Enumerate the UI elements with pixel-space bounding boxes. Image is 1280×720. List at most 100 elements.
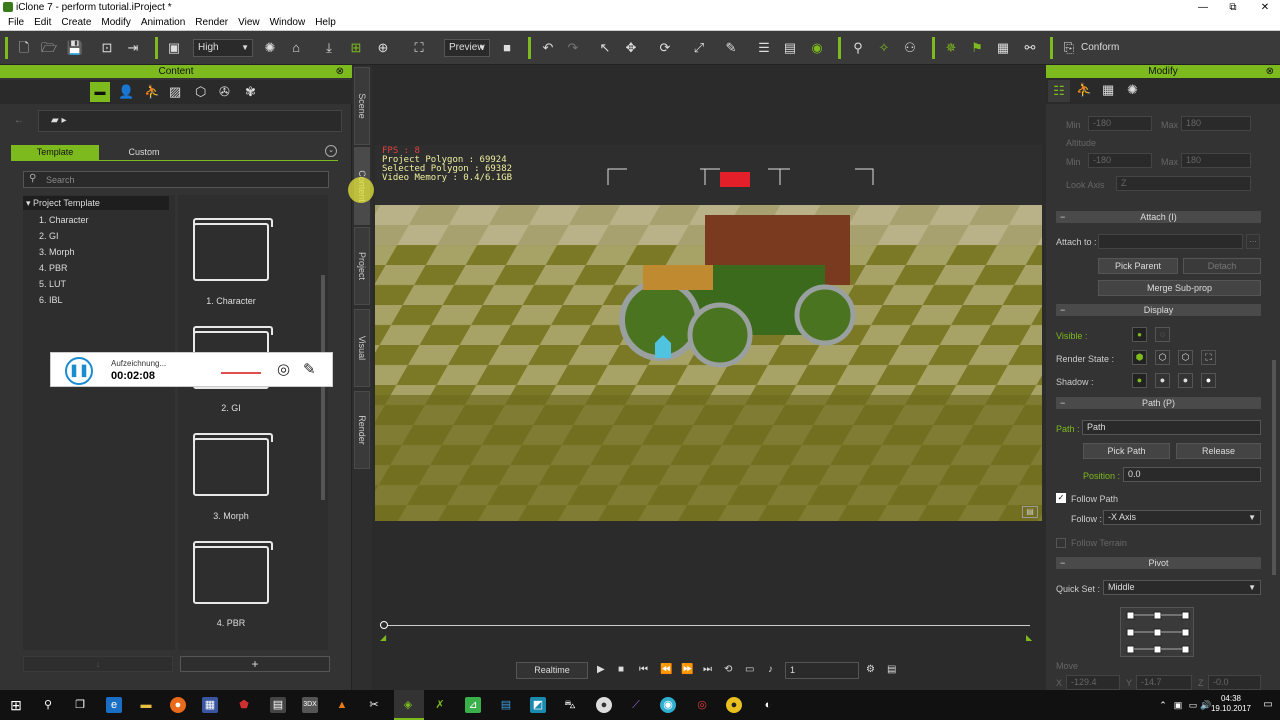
menu-modify[interactable]: Modify [96, 15, 135, 30]
bone-icon[interactable]: ✧ [875, 39, 893, 57]
frame-input[interactable]: 1 [785, 662, 859, 679]
quick-set-select[interactable]: Middle ▼ [1103, 580, 1261, 595]
timeline-playhead[interactable] [380, 621, 388, 629]
collapse-icon[interactable]: ⌄ [325, 145, 337, 157]
play-icon[interactable]: ▶ [597, 664, 605, 675]
modify-scrollbar[interactable] [1272, 360, 1276, 575]
menu-window[interactable]: Window [265, 15, 311, 30]
settings-gear-icon[interactable]: ⚙ [866, 664, 875, 675]
music-icon[interactable]: ♪ [768, 664, 773, 675]
folder-icon[interactable] [193, 541, 273, 604]
render-wire-icon[interactable]: ⬡ [1178, 350, 1193, 365]
tree-item[interactable]: 4. PBR [39, 263, 68, 273]
app-icon[interactable]: ◩ [530, 697, 546, 713]
panel-close-icon[interactable]: ⊗ [336, 65, 344, 78]
display-icon[interactable]: ▣ [165, 39, 183, 57]
app-icon[interactable]: ◐ [760, 697, 776, 713]
firefox-icon[interactable]: ● [170, 697, 186, 713]
folder-icon[interactable] [193, 433, 273, 496]
image-icon[interactable]: ▨ [169, 84, 181, 100]
tab-material-icon[interactable]: ▦ [1102, 82, 1114, 98]
move-y-field[interactable]: -14.7 [1136, 675, 1192, 690]
attach-browse-button[interactable]: … [1246, 234, 1260, 249]
close-button[interactable]: ✕ [1250, 0, 1280, 15]
vlc-icon[interactable]: ▲ [334, 697, 350, 713]
redo-icon[interactable]: ↷ [564, 39, 582, 57]
move-x-field[interactable]: -129.4 [1066, 675, 1120, 690]
content-folder-icon[interactable]: ▬ [90, 82, 110, 102]
loop-icon[interactable]: ⟲ [724, 664, 732, 675]
timeline-panel-icon[interactable]: ▤ [887, 664, 896, 675]
visible-toggle-icon[interactable]: ● [1132, 327, 1147, 342]
clipboard-icon[interactable]: ▦ [994, 39, 1012, 57]
render-smooth-icon[interactable]: ⬡ [1155, 350, 1170, 365]
start-marker-icon[interactable]: ◢ [380, 633, 386, 642]
flag-icon[interactable]: ⚑ [968, 39, 986, 57]
tab-motion-icon[interactable]: ⛹ [1076, 82, 1092, 98]
app-icon[interactable]: ◉ [660, 697, 676, 713]
move-z-field[interactable]: -0.0 [1208, 675, 1261, 690]
position-field[interactable]: 0.0 [1123, 467, 1261, 482]
back-arrow-icon[interactable]: ← [14, 115, 24, 126]
path-field[interactable]: Path [1082, 420, 1261, 435]
app-icon[interactable]: ✂ [366, 697, 382, 713]
app-icon[interactable]: ⊿ [465, 697, 481, 713]
max-field[interactable]: 180 [1181, 153, 1251, 168]
fx-icon[interactable]: ✾ [245, 84, 256, 100]
open-folder-icon[interactable]: 🗁 [40, 39, 58, 57]
task-view-icon[interactable]: ❐ [72, 697, 88, 713]
app-icon[interactable]: ⬟ [236, 697, 252, 713]
tray-expand-icon[interactable]: ⌃ [1155, 697, 1171, 713]
timeline[interactable]: ◢ ◣ [380, 621, 1032, 642]
conform-icon[interactable]: ⎘ [1060, 39, 1078, 57]
app-icon[interactable]: ⛍ [562, 697, 578, 713]
prop-icon[interactable]: ⬡ [195, 84, 206, 100]
download-button[interactable]: ↓ [23, 656, 173, 672]
tree-item[interactable]: 5. LUT [39, 279, 66, 289]
fit-view-icon[interactable]: ⛶ [410, 39, 428, 57]
app-icon[interactable]: ▤ [270, 697, 286, 713]
tree-item[interactable]: 2. GI [39, 231, 59, 241]
camera-icon[interactable]: ■ [498, 39, 516, 57]
menu-edit[interactable]: Edit [29, 15, 56, 30]
clock[interactable]: 04:38 19.10.2017 [1206, 694, 1256, 714]
shadow-cast-icon[interactable]: ● [1132, 373, 1147, 388]
app-icon[interactable]: ● [726, 697, 742, 713]
tab-attributes-icon[interactable]: ☷ [1048, 80, 1070, 102]
preview-select[interactable]: Preview ▼ [444, 39, 490, 57]
add-icon[interactable]: ⊞ [347, 39, 365, 57]
animation-icon[interactable]: ⛹ [144, 84, 160, 100]
subtitle-icon[interactable]: ▭ [745, 664, 754, 675]
scale-icon[interactable]: ⤢ [690, 39, 708, 57]
align-icon[interactable]: ☰ [755, 39, 773, 57]
follow-terrain-checkbox[interactable] [1056, 538, 1066, 548]
first-frame-icon[interactable]: ⏮ [639, 664, 648, 675]
home-camera-icon[interactable]: ⌂ [287, 39, 305, 57]
shadow-none-icon[interactable]: ● [1201, 373, 1216, 388]
shadow-receive-icon[interactable]: ● [1155, 373, 1170, 388]
app-icon[interactable]: ▤ [498, 697, 514, 713]
merge-subprop-button[interactable]: Merge Sub-prop [1098, 280, 1261, 296]
look-axis-select[interactable]: Z [1116, 176, 1251, 191]
tab-physics-icon[interactable]: ✺ [1127, 82, 1138, 98]
brush-icon[interactable]: ✎ [722, 39, 740, 57]
playback-mode-select[interactable]: Realtime [516, 662, 588, 679]
display-section-header[interactable]: − Display [1056, 304, 1261, 316]
tab-template[interactable]: Template [11, 145, 99, 160]
release-button[interactable]: Release [1176, 443, 1261, 459]
app-icon[interactable]: 3DX [302, 697, 318, 713]
export-icon[interactable]: ⇥ [124, 39, 142, 57]
tree-item[interactable]: 1. Character [39, 215, 89, 225]
pin-icon[interactable]: ⚯ [1021, 39, 1039, 57]
pivot-grid[interactable] [1120, 607, 1194, 657]
app-icon[interactable]: ✗ [432, 697, 448, 713]
save-icon[interactable]: 💾 [66, 39, 84, 57]
render-solid-icon[interactable]: ⬢ [1132, 350, 1147, 365]
app-icon[interactable]: ▦ [202, 697, 218, 713]
conform-label[interactable]: Conform [1081, 42, 1119, 53]
quality-select[interactable]: High ▼ [193, 39, 253, 57]
attach-section-header[interactable]: − Attach (I) [1056, 211, 1261, 223]
tree-item[interactable]: 3. Morph [39, 247, 75, 257]
hidden-toggle-icon[interactable]: ◌ [1155, 327, 1170, 342]
pause-button[interactable]: ❚❚ [65, 357, 93, 385]
